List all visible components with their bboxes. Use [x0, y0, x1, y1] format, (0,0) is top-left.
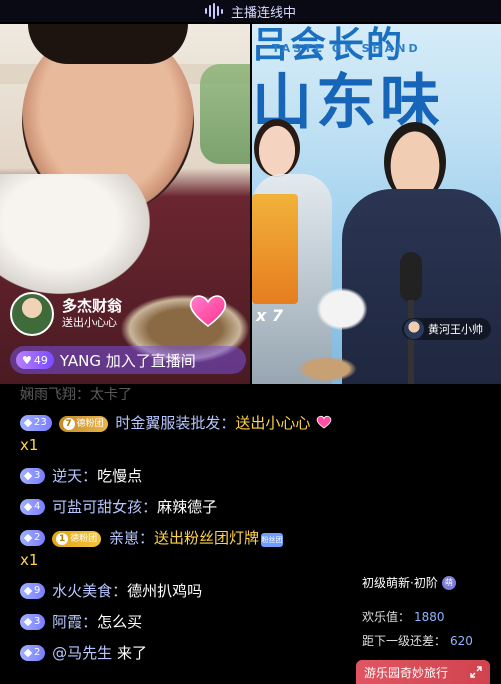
guest-name: 黄河王小帅 [428, 323, 483, 336]
chat-username[interactable]: 阿霞： [52, 613, 97, 631]
gift-multiplier: x1 [20, 436, 39, 454]
chat-username[interactable]: 亲崽： [109, 529, 154, 547]
chat-content: 送出粉丝团灯牌 [153, 529, 259, 547]
chat-username[interactable]: 逆天： [52, 467, 97, 485]
level-badge: 23 [20, 415, 52, 431]
chat-list[interactable]: 23 7 德粉团 时金翼服装批发：送出小心心 x1 3 逆天：吃慢点 4 可盐可甜… [20, 412, 340, 673]
level-badge: 4 [20, 499, 46, 515]
status-bar: 主播连线中 [0, 0, 501, 22]
join-notice: ♥ 49 YANG 加入了直播间 [10, 346, 246, 374]
next-label: 距下一级还差： [362, 634, 447, 648]
fan-badge: 1 德粉团 [52, 531, 102, 547]
guest-tag[interactable]: 黄河王小帅 [402, 318, 491, 340]
level-badge: 9 [20, 583, 46, 599]
level-badge: ♥ 49 [16, 351, 54, 369]
level-badge: 3 [20, 468, 46, 484]
rank-badge: 萌 [441, 575, 456, 590]
heart-icon [316, 415, 332, 429]
chat-username[interactable]: 水火美食： [52, 582, 127, 600]
host-name: 多杰财翁 [62, 297, 123, 315]
chat-message: 3 阿霞：怎么买 [20, 611, 340, 633]
next-value: 620 [450, 634, 473, 648]
avatar [404, 319, 424, 339]
chat-username[interactable]: 时金翼服装批发： [115, 414, 235, 432]
join-text: YANG 加入了直播间 [59, 351, 196, 370]
chat-content: 吃慢点 [97, 467, 143, 485]
avatar[interactable] [10, 292, 54, 336]
rank-title-text: 初级萌新·初阶 [362, 576, 438, 590]
audio-wave-icon [204, 3, 223, 19]
chat-content: 来了 [112, 644, 147, 662]
level-badge: 3 [20, 614, 46, 630]
chat-message: 9 水火美食：德州扒鸡吗 [20, 580, 340, 602]
host-card[interactable]: 多杰财翁 送出小心心 [10, 292, 122, 336]
host-subtitle: 送出小心心 [62, 316, 117, 329]
chat-message: 3 逆天：吃慢点 [20, 465, 340, 487]
fan-badge: 7 德粉团 [58, 416, 108, 432]
heart-icon [189, 295, 227, 327]
promo-banner[interactable]: 游乐园奇妙旅行 [356, 660, 490, 684]
chat-content: 怎么买 [97, 613, 143, 631]
chat-username[interactable]: 可盐可甜女孩： [52, 498, 157, 516]
joy-label: 欢乐值： [362, 610, 411, 624]
fan-lamp-icon: 粉丝团 [260, 533, 283, 547]
status-title: 主播连线中 [230, 5, 296, 21]
level-badge: 2 [20, 645, 46, 661]
faded-message: 娴雨飞翔：太卡了 [20, 387, 132, 403]
chat-message: 4 可盐可甜女孩：麻辣德子 [20, 496, 340, 518]
chat-message: 2 @马先生 来了 [20, 642, 340, 664]
chat-content: 送出小心心 [235, 414, 311, 432]
chat-username[interactable]: @马先生 [52, 644, 112, 662]
gift-count: x 7 [256, 306, 284, 325]
joy-value: 1880 [414, 610, 445, 624]
chat-content: 德州扒鸡吗 [127, 582, 203, 600]
gift-multiplier: x1 [20, 551, 39, 569]
rank-title[interactable]: 初级萌新·初阶 萌 [362, 574, 456, 591]
expand-icon[interactable] [470, 666, 482, 678]
promo-text: 游乐园奇妙旅行 [364, 665, 449, 680]
chat-message: 2 1 德粉团 亲崽：送出粉丝团灯牌 粉丝团 x1 [20, 527, 340, 571]
level-badge: 2 [20, 530, 46, 546]
next-level-stat: 距下一级还差： 620 [362, 632, 473, 649]
chat-message: 23 7 德粉团 时金翼服装批发：送出小心心 x1 [20, 412, 340, 456]
chat-content: 麻辣德子 [157, 498, 218, 516]
joy-stat: 欢乐值： 1880 [362, 608, 445, 625]
